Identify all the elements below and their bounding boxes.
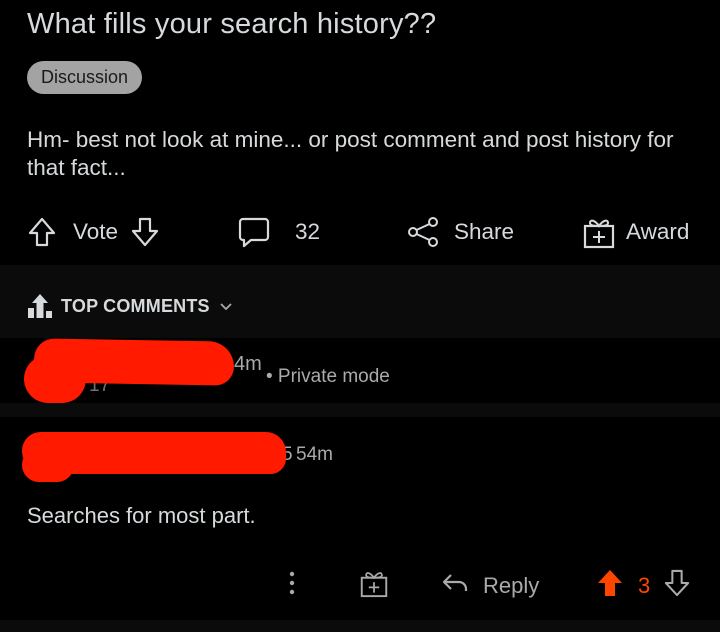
comment-private-mode: • Private mode bbox=[266, 366, 390, 387]
award-button[interactable]: Award bbox=[583, 210, 689, 254]
separator bbox=[0, 265, 720, 280]
post-flair[interactable]: Discussion bbox=[27, 61, 143, 94]
share-button[interactable]: Share bbox=[406, 210, 514, 254]
post-actions: Vote 32 Share Award bbox=[0, 210, 720, 254]
reply-button[interactable]: Reply bbox=[441, 566, 539, 606]
upvote-icon[interactable] bbox=[27, 216, 57, 248]
separator bbox=[0, 403, 720, 417]
comment-time: 54m bbox=[296, 444, 333, 465]
post: What fills your search history?? Discuss… bbox=[0, 0, 720, 265]
vote-label: Vote bbox=[73, 219, 119, 244]
comments-count: 32 bbox=[295, 219, 321, 244]
post-body: Hm- best not look at mine... or post com… bbox=[27, 127, 674, 180]
comment-vote-group: 3 bbox=[596, 566, 690, 606]
reply-label: Reply bbox=[483, 573, 540, 598]
comment-body: Searches for most part. bbox=[27, 503, 256, 528]
award-label: Award bbox=[626, 219, 690, 244]
share-label: Share bbox=[454, 219, 515, 244]
share-icon bbox=[406, 215, 440, 249]
downvote-icon[interactable] bbox=[130, 216, 160, 248]
award-icon bbox=[583, 215, 615, 249]
comments-sort-bar[interactable]: TOP COMMENTS bbox=[0, 280, 720, 338]
reply-icon bbox=[441, 571, 469, 601]
more-icon bbox=[280, 569, 304, 603]
comment-time: 4m bbox=[234, 353, 262, 375]
chevron-down-icon bbox=[218, 298, 234, 319]
upvote-icon-active[interactable] bbox=[596, 568, 624, 604]
redaction-mark bbox=[24, 355, 86, 403]
comment-award-button[interactable] bbox=[360, 566, 388, 606]
redaction-mark bbox=[22, 448, 74, 482]
award-icon bbox=[360, 568, 388, 604]
comment-icon bbox=[237, 215, 271, 249]
post-title[interactable]: What fills your search history?? bbox=[27, 8, 436, 41]
sort-top-icon bbox=[27, 292, 53, 325]
downvote-icon[interactable] bbox=[664, 568, 690, 604]
vote-group: Vote bbox=[27, 210, 160, 254]
comments-button[interactable]: 32 bbox=[237, 210, 320, 254]
comment-score: 3 bbox=[638, 573, 651, 598]
comments-sort-label: TOP COMMENTS bbox=[61, 296, 210, 316]
separator bbox=[0, 620, 720, 632]
more-options-button[interactable] bbox=[280, 566, 304, 606]
